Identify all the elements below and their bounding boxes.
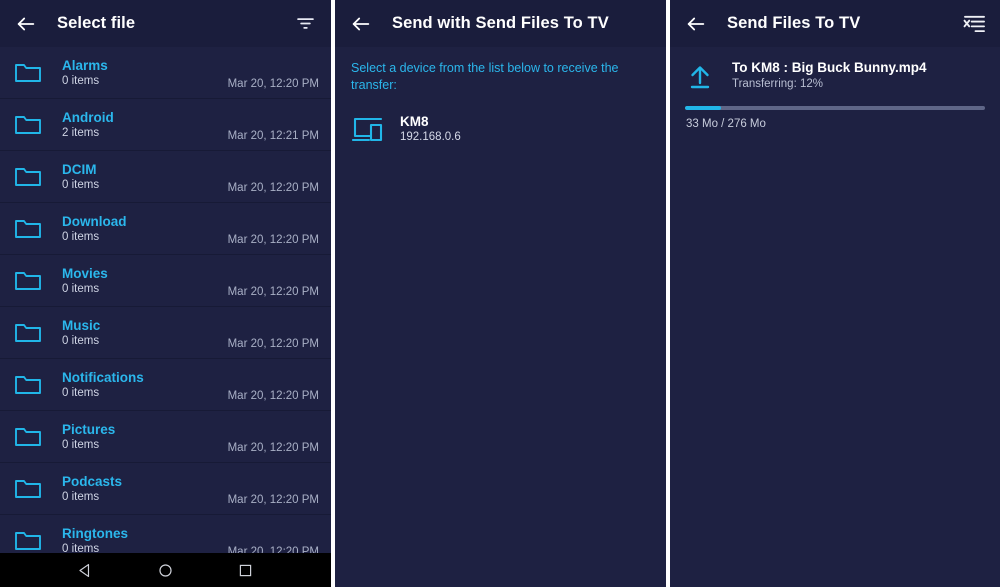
file-picker-appbar: Select file <box>0 0 331 47</box>
folder-icon <box>14 321 54 345</box>
device-address: 192.168.0.6 <box>400 131 461 143</box>
device-picker-appbar: Send with Send Files To TV <box>335 0 666 47</box>
page-title: Send Files To TV <box>727 14 861 32</box>
file-row[interactable]: Android 2 items Mar 20, 12:21 PM <box>0 99 331 151</box>
transfer-status: Transferring: 12% <box>732 78 823 90</box>
transfer-progress-wrap: 33 Mo / 276 Mo <box>670 92 1000 130</box>
android-navigation-bar <box>0 553 331 587</box>
device-list-item[interactable]: KM8 192.168.0.6 <box>335 93 666 145</box>
file-list[interactable]: Alarms 0 items Mar 20, 12:20 PM Android … <box>0 47 331 567</box>
file-name: Ringtones <box>62 525 128 541</box>
transfer-size-label: 33 Mo / 276 Mo <box>686 118 766 130</box>
file-date: Mar 20, 12:20 PM <box>227 338 319 350</box>
file-date: Mar 20, 12:20 PM <box>227 234 319 246</box>
file-date: Mar 20, 12:20 PM <box>227 442 319 454</box>
device-name: KM8 <box>400 114 429 129</box>
file-name: DCIM <box>62 161 97 177</box>
folder-icon <box>14 529 54 553</box>
file-date: Mar 20, 12:20 PM <box>227 390 319 402</box>
file-row[interactable]: Podcasts 0 items Mar 20, 12:20 PM <box>0 463 331 515</box>
file-item-count: 0 items <box>62 438 100 451</box>
file-text: Notifications 0 items <box>54 369 222 401</box>
file-row[interactable]: DCIM 0 items Mar 20, 12:20 PM <box>0 151 331 203</box>
file-date: Mar 20, 12:20 PM <box>227 494 319 506</box>
panel-file-picker: Select file Alarms 0 items Mar 20, 12:20… <box>0 0 331 587</box>
file-item-count: 2 items <box>62 126 100 139</box>
file-name: Alarms <box>62 57 108 73</box>
folder-icon <box>14 425 54 449</box>
file-row[interactable]: Alarms 0 items Mar 20, 12:20 PM <box>0 47 331 99</box>
file-item-count: 0 items <box>62 282 100 295</box>
circle-home-icon[interactable] <box>157 562 174 579</box>
file-row[interactable]: Notifications 0 items Mar 20, 12:20 PM <box>0 359 331 411</box>
file-text: Podcasts 0 items <box>54 473 222 505</box>
back-arrow-icon[interactable] <box>683 11 709 37</box>
file-name: Notifications <box>62 369 144 385</box>
file-text: Movies 0 items <box>54 265 222 297</box>
file-item-count: 0 items <box>62 74 100 87</box>
filter-icon[interactable] <box>292 11 318 37</box>
file-item-count: 0 items <box>62 490 100 503</box>
triangle-back-icon[interactable] <box>77 562 94 579</box>
screenshot-stage: Select file Alarms 0 items Mar 20, 12:20… <box>0 0 1000 587</box>
file-date: Mar 20, 12:20 PM <box>227 286 319 298</box>
file-name: Pictures <box>62 421 116 437</box>
folder-icon <box>14 217 54 241</box>
transfer-text: To KM8 : Big Buck Bunny.mp4 Transferring… <box>726 59 927 92</box>
folder-icon <box>14 373 54 397</box>
playlist-remove-icon[interactable] <box>961 11 987 37</box>
file-text: Android 2 items <box>54 109 222 141</box>
file-name: Music <box>62 317 101 333</box>
panel-transfer: Send Files To TV To KM8: Big Buck Bunny… <box>670 0 1000 587</box>
file-text: Download 0 items <box>54 213 222 245</box>
folder-icon <box>14 477 54 501</box>
page-title: Select file <box>57 14 136 32</box>
file-text: Ringtones 0 items <box>54 525 222 557</box>
file-text: Music 0 items <box>54 317 222 349</box>
file-row[interactable]: Movies 0 items Mar 20, 12:20 PM <box>0 255 331 307</box>
file-date: Mar 20, 12:20 PM <box>227 182 319 194</box>
file-text: Pictures 0 items <box>54 421 222 453</box>
file-name: Android <box>62 109 114 125</box>
square-recents-icon[interactable] <box>237 562 254 579</box>
folder-icon <box>14 61 54 85</box>
file-name: Podcasts <box>62 473 123 489</box>
file-date: Mar 20, 12:20 PM <box>227 78 319 90</box>
file-row[interactable]: Pictures 0 items Mar 20, 12:20 PM <box>0 411 331 463</box>
file-row[interactable]: Music 0 items Mar 20, 12:20 PM <box>0 307 331 359</box>
folder-icon <box>14 113 54 137</box>
file-item-count: 0 items <box>62 178 100 191</box>
back-arrow-icon[interactable] <box>348 11 374 37</box>
cast-screen-icon <box>352 116 394 143</box>
file-item-count: 0 items <box>62 230 100 243</box>
folder-icon <box>14 269 54 293</box>
upload-icon <box>686 62 726 90</box>
transfer-title: To KM8 : Big Buck Bunny.mp4 <box>732 60 927 75</box>
file-item-count: 0 items <box>62 334 100 347</box>
file-text: Alarms 0 items <box>54 57 222 89</box>
panel-device-picker: Send with Send Files To TV Select a devi… <box>335 0 666 587</box>
file-date: Mar 20, 12:21 PM <box>227 130 319 142</box>
file-text: DCIM 0 items <box>54 161 222 193</box>
page-title: Send with Send Files To TV <box>392 14 609 32</box>
file-item-count: 0 items <box>62 386 100 399</box>
back-arrow-icon[interactable] <box>13 11 39 37</box>
file-name: Movies <box>62 265 108 281</box>
transfer-appbar: Send Files To TV <box>670 0 1000 47</box>
folder-icon <box>14 165 54 189</box>
file-row[interactable]: Download 0 items Mar 20, 12:20 PM <box>0 203 331 255</box>
device-picker-prompt: Select a device from the list below to r… <box>351 61 619 92</box>
device-text: KM8 192.168.0.6 <box>394 113 461 145</box>
transfer-list-item[interactable]: To KM8 : Big Buck Bunny.mp4 Transferring… <box>670 47 1000 92</box>
file-name: Download <box>62 213 127 229</box>
